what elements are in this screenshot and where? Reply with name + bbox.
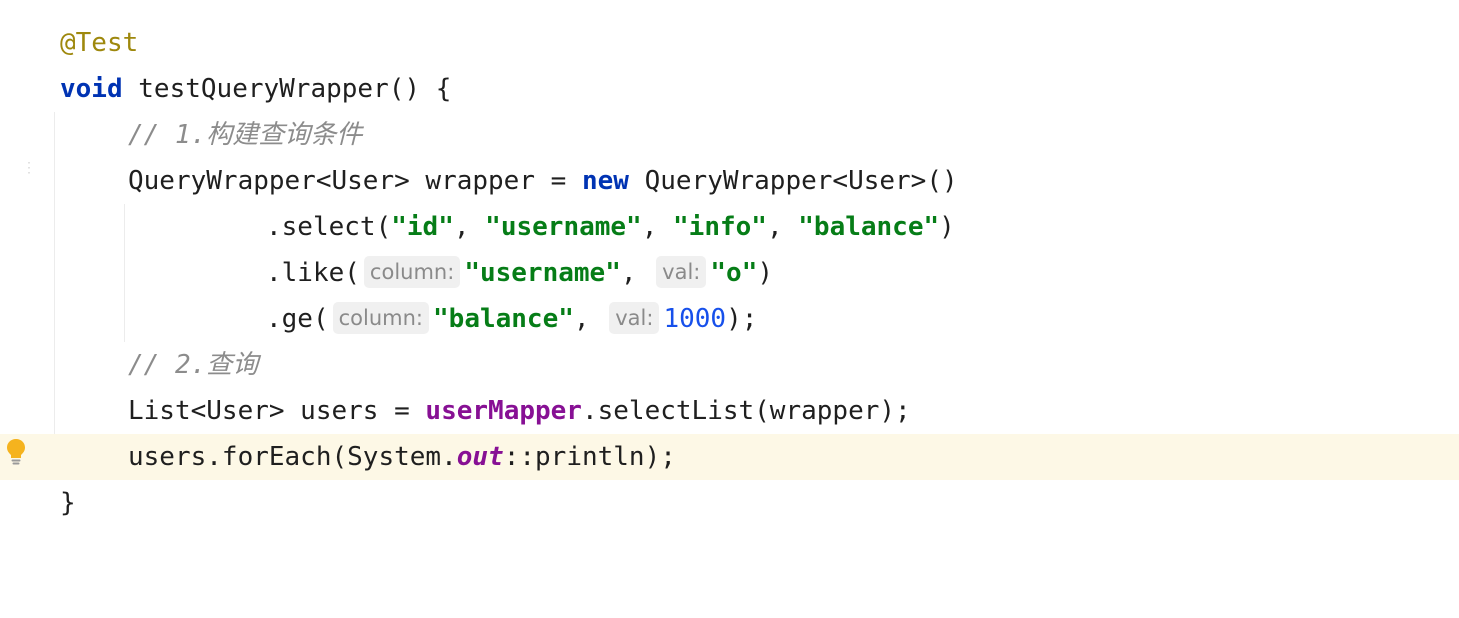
- code-token-plain: ): [757, 258, 774, 288]
- code-token-plain: testQueryWrapper() {: [122, 74, 452, 104]
- code-token-plain: .like(: [266, 258, 360, 288]
- parameter-hint: column:: [363, 256, 461, 288]
- code-token-str: "balance": [798, 212, 940, 242]
- code-token-plain: users.forEach(System.: [128, 442, 457, 472]
- code-token-field: userMapper: [425, 396, 582, 426]
- code-token-plain: ::println);: [503, 442, 676, 472]
- code-line-10-current[interactable]: users.forEach(System.out::println);: [0, 434, 1459, 480]
- code-line-11[interactable]: }: [0, 480, 1459, 526]
- code-line-9[interactable]: List<User> users = userMapper.selectList…: [0, 388, 1459, 434]
- code-token-plain: .ge(: [266, 304, 329, 334]
- code-token-anno: @Test: [60, 28, 139, 58]
- code-token-plain: .selectList(wrapper);: [581, 396, 911, 426]
- code-token-plain: QueryWrapper<User> wrapper =: [128, 166, 582, 196]
- code-line-4[interactable]: QueryWrapper<User> wrapper = new QueryWr…: [0, 158, 1459, 204]
- code-token-plain: ,: [453, 212, 486, 242]
- parameter-hint: val:: [609, 302, 660, 334]
- code-line-3[interactable]: // 1.构建查询条件: [0, 112, 1459, 158]
- code-editor[interactable]: ⋮ @Test void testQueryWrapper() { // 1.构…: [0, 0, 1459, 546]
- code-token-plain: );: [726, 304, 758, 334]
- lightbulb-icon[interactable]: [5, 437, 27, 467]
- code-token-plain: ,: [620, 258, 653, 288]
- code-token-plain: ,: [641, 212, 674, 242]
- code-token-plain: }: [60, 488, 76, 518]
- code-token-plain: ,: [573, 304, 606, 334]
- code-token-plain: ,: [766, 212, 799, 242]
- code-line-1[interactable]: @Test: [0, 20, 1459, 66]
- parameter-hint: column:: [332, 302, 430, 334]
- code-token-str: "balance": [433, 304, 574, 334]
- code-line-8[interactable]: // 2.查询: [0, 342, 1459, 388]
- code-token-str: "o": [710, 258, 758, 288]
- code-token-plain: QueryWrapper<User>(): [628, 166, 958, 196]
- code-token-str: "username": [485, 212, 642, 242]
- code-token-kw: new: [581, 166, 629, 196]
- code-line-7[interactable]: .ge(column: "balance", val: 1000);: [0, 296, 1459, 342]
- code-token-str: "username": [464, 258, 621, 288]
- code-token-static-field: out: [456, 442, 504, 472]
- code-token-kw: void: [60, 74, 123, 104]
- code-token-cmt: // 1.构建查询条件: [128, 120, 363, 150]
- code-token-str: "info": [673, 212, 767, 242]
- code-token-cmt: // 2.查询: [128, 350, 259, 380]
- code-token-plain: List<User> users =: [128, 396, 426, 426]
- code-token-num: 1000: [663, 304, 727, 334]
- code-line-2[interactable]: void testQueryWrapper() {: [0, 66, 1459, 112]
- code-line-6[interactable]: .like(column: "username", val: "o"): [0, 250, 1459, 296]
- code-token-plain: ): [939, 212, 955, 242]
- parameter-hint: val:: [656, 256, 707, 288]
- code-token-str: "id": [391, 212, 454, 242]
- code-token-plain: .select(: [266, 212, 392, 242]
- code-line-5[interactable]: .select("id", "username", "info", "balan…: [0, 204, 1459, 250]
